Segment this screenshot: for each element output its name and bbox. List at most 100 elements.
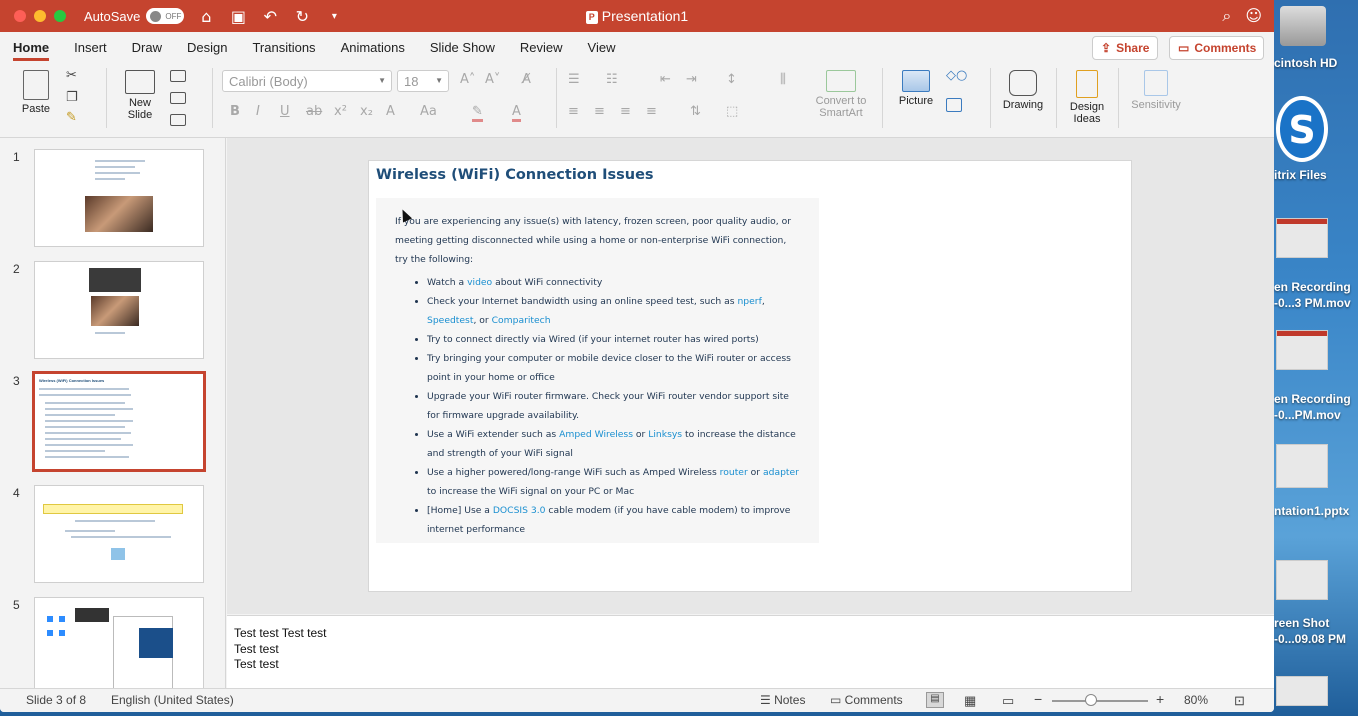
customize-toolbar-icon[interactable]: ▾ [324, 11, 344, 22]
tab-transitions[interactable]: Transitions [252, 34, 315, 61]
highlight-color-icon[interactable]: ✎ [472, 104, 483, 122]
file-thumbnail-icon[interactable] [1276, 676, 1328, 706]
video-link[interactable]: video [467, 277, 492, 288]
picture-button[interactable]: Picture [894, 70, 938, 107]
desktop-rec2-label-a[interactable]: en Recording [1274, 392, 1358, 407]
numbering-icon[interactable]: ☷ [606, 72, 618, 87]
current-slide[interactable]: Wireless (WiFi) Connection Issues If you… [369, 161, 1131, 591]
undo-icon[interactable]: ↶ [260, 7, 280, 26]
design-ideas-button[interactable]: Design Ideas [1064, 70, 1110, 125]
zoom-level[interactable]: 80% [1184, 693, 1208, 707]
bold-icon[interactable]: B [230, 104, 240, 119]
minimize-window-button[interactable] [34, 10, 46, 22]
language-indicator[interactable]: English (United States) [111, 693, 234, 707]
align-text-icon[interactable]: ⬚ [726, 104, 738, 119]
tab-draw[interactable]: Draw [132, 34, 162, 61]
comments-toggle-button[interactable]: ▭ Comments [830, 693, 903, 707]
close-window-button[interactable] [14, 10, 26, 22]
slide-thumbnail-4[interactable] [34, 485, 204, 583]
desktop-hd-label[interactable]: cintosh HD [1274, 56, 1358, 71]
tab-slide-show[interactable]: Slide Show [430, 34, 495, 61]
pptx-file-icon[interactable] [1276, 444, 1328, 488]
tab-home[interactable]: Home [13, 34, 50, 61]
section-icon[interactable] [170, 114, 186, 126]
tab-view[interactable]: View [588, 34, 616, 61]
normal-view-icon[interactable]: ▤ [926, 692, 944, 708]
format-painter-icon[interactable]: ✎ [66, 110, 77, 125]
drawing-button[interactable]: Drawing [1000, 70, 1046, 111]
tab-animations[interactable]: Animations [341, 34, 405, 61]
change-case-icon[interactable]: Aa [420, 104, 437, 119]
zoom-slider-track[interactable] [1052, 700, 1148, 702]
desktop-pptx-label[interactable]: ntation1.pptx [1274, 504, 1358, 519]
zoom-out-button[interactable]: − [1034, 691, 1042, 707]
shapes-icon[interactable]: ◇○ [946, 68, 967, 83]
text-box-icon[interactable] [946, 98, 962, 112]
amped-wireless-link[interactable]: Amped Wireless [559, 429, 633, 440]
autosave-toggle[interactable]: OFF [146, 8, 185, 24]
save-icon[interactable]: ▣ [228, 7, 248, 26]
nperf-link[interactable]: nperf [737, 296, 761, 307]
redo-icon[interactable]: ↻ [292, 7, 312, 26]
linksys-link[interactable]: Linksys [648, 429, 682, 440]
router-link[interactable]: router [720, 467, 748, 478]
bullets-icon[interactable]: ☰ [568, 72, 580, 87]
comparitech-link[interactable]: Comparitech [492, 315, 551, 326]
desktop-rec2-label-b[interactable]: -0...PM.mov [1274, 408, 1358, 423]
font-size-select[interactable]: 18 ▼ [397, 70, 449, 92]
copy-icon[interactable]: ❐ [66, 90, 78, 105]
home-icon[interactable]: ⌂ [196, 7, 216, 26]
tab-insert[interactable]: Insert [74, 34, 107, 61]
docsis-link[interactable]: DOCSIS 3.0 [493, 505, 546, 516]
slide-title[interactable]: Wireless (WiFi) Connection Issues [376, 167, 654, 183]
screenshot-file-icon[interactable] [1276, 560, 1328, 600]
slide-thumbnail-2[interactable] [34, 261, 204, 359]
convert-smartart-button[interactable]: Convert to SmartArt [810, 70, 872, 119]
slide-thumbnail-3[interactable]: Wireless (WiFi) Connection Issues [32, 371, 206, 472]
align-left-icon[interactable]: ≡ [568, 104, 579, 119]
desktop-rec1-label-a[interactable]: en Recording [1274, 280, 1358, 295]
reading-view-icon[interactable]: ▭ [1002, 693, 1014, 709]
superscript-icon[interactable]: x² [334, 104, 347, 119]
font-name-select[interactable]: Calibri (Body) ▼ [222, 70, 392, 92]
feedback-smiley-icon[interactable]: ☺ [1245, 6, 1262, 26]
slide-thumbnail-1[interactable] [34, 149, 204, 247]
desktop-rec1-label-b[interactable]: -0...3 PM.mov [1274, 296, 1358, 311]
align-right-icon[interactable]: ≡ [620, 104, 631, 119]
slide-editor[interactable]: Wireless (WiFi) Connection Issues If you… [227, 138, 1274, 614]
new-slide-button[interactable]: New Slide [118, 70, 162, 121]
desktop-shot-label-a[interactable]: reen Shot [1274, 616, 1358, 631]
justify-icon[interactable]: ≡ [646, 104, 657, 119]
recording-thumbnail-icon[interactable] [1276, 218, 1328, 258]
fit-to-window-icon[interactable]: ⊡ [1234, 693, 1245, 709]
font-color-icon[interactable]: A [512, 104, 521, 122]
slide-sorter-icon[interactable]: ▦ [964, 693, 976, 709]
share-button[interactable]: ⇪ Share [1092, 36, 1158, 60]
adapter-link[interactable]: adapter [763, 467, 799, 478]
sensitivity-button[interactable]: Sensitivity [1126, 70, 1186, 111]
desktop-citrix-label[interactable]: itrix Files [1274, 168, 1358, 183]
columns-icon[interactable]: ⫼ [780, 72, 786, 87]
notes-toggle-button[interactable]: ☰ Notes [760, 693, 805, 707]
notes-pane[interactable]: Test test Test test Test test Test test [227, 615, 1274, 688]
desktop-shot-label-b[interactable]: -0...09.08 PM [1274, 632, 1358, 647]
slide-thumbnail-5[interactable] [34, 597, 204, 688]
italic-icon[interactable]: I [256, 104, 260, 119]
slide-body-textbox[interactable]: If you are experiencing any issue(s) wit… [376, 198, 819, 543]
comments-button[interactable]: ▭ Comments [1169, 36, 1264, 60]
paste-button[interactable]: Paste [16, 70, 56, 115]
hard-drive-icon[interactable] [1280, 6, 1326, 46]
speedtest-link[interactable]: Speedtest [427, 315, 473, 326]
tab-review[interactable]: Review [520, 34, 563, 61]
line-spacing-icon[interactable]: ↕ [726, 72, 737, 87]
recording-thumbnail-icon[interactable] [1276, 330, 1328, 370]
cut-icon[interactable]: ✂ [66, 68, 77, 83]
increase-font-size-icon[interactable]: A˄ [460, 72, 475, 87]
zoom-window-button[interactable] [54, 10, 66, 22]
layout-icon[interactable] [170, 70, 186, 82]
subscript-icon[interactable]: x₂ [360, 104, 373, 119]
decrease-font-size-icon[interactable]: A˅ [485, 72, 500, 87]
citrix-files-icon[interactable]: S [1276, 96, 1328, 162]
clear-formatting-icon[interactable]: A̸ [522, 72, 531, 87]
strikethrough-icon[interactable]: ab [306, 104, 322, 119]
